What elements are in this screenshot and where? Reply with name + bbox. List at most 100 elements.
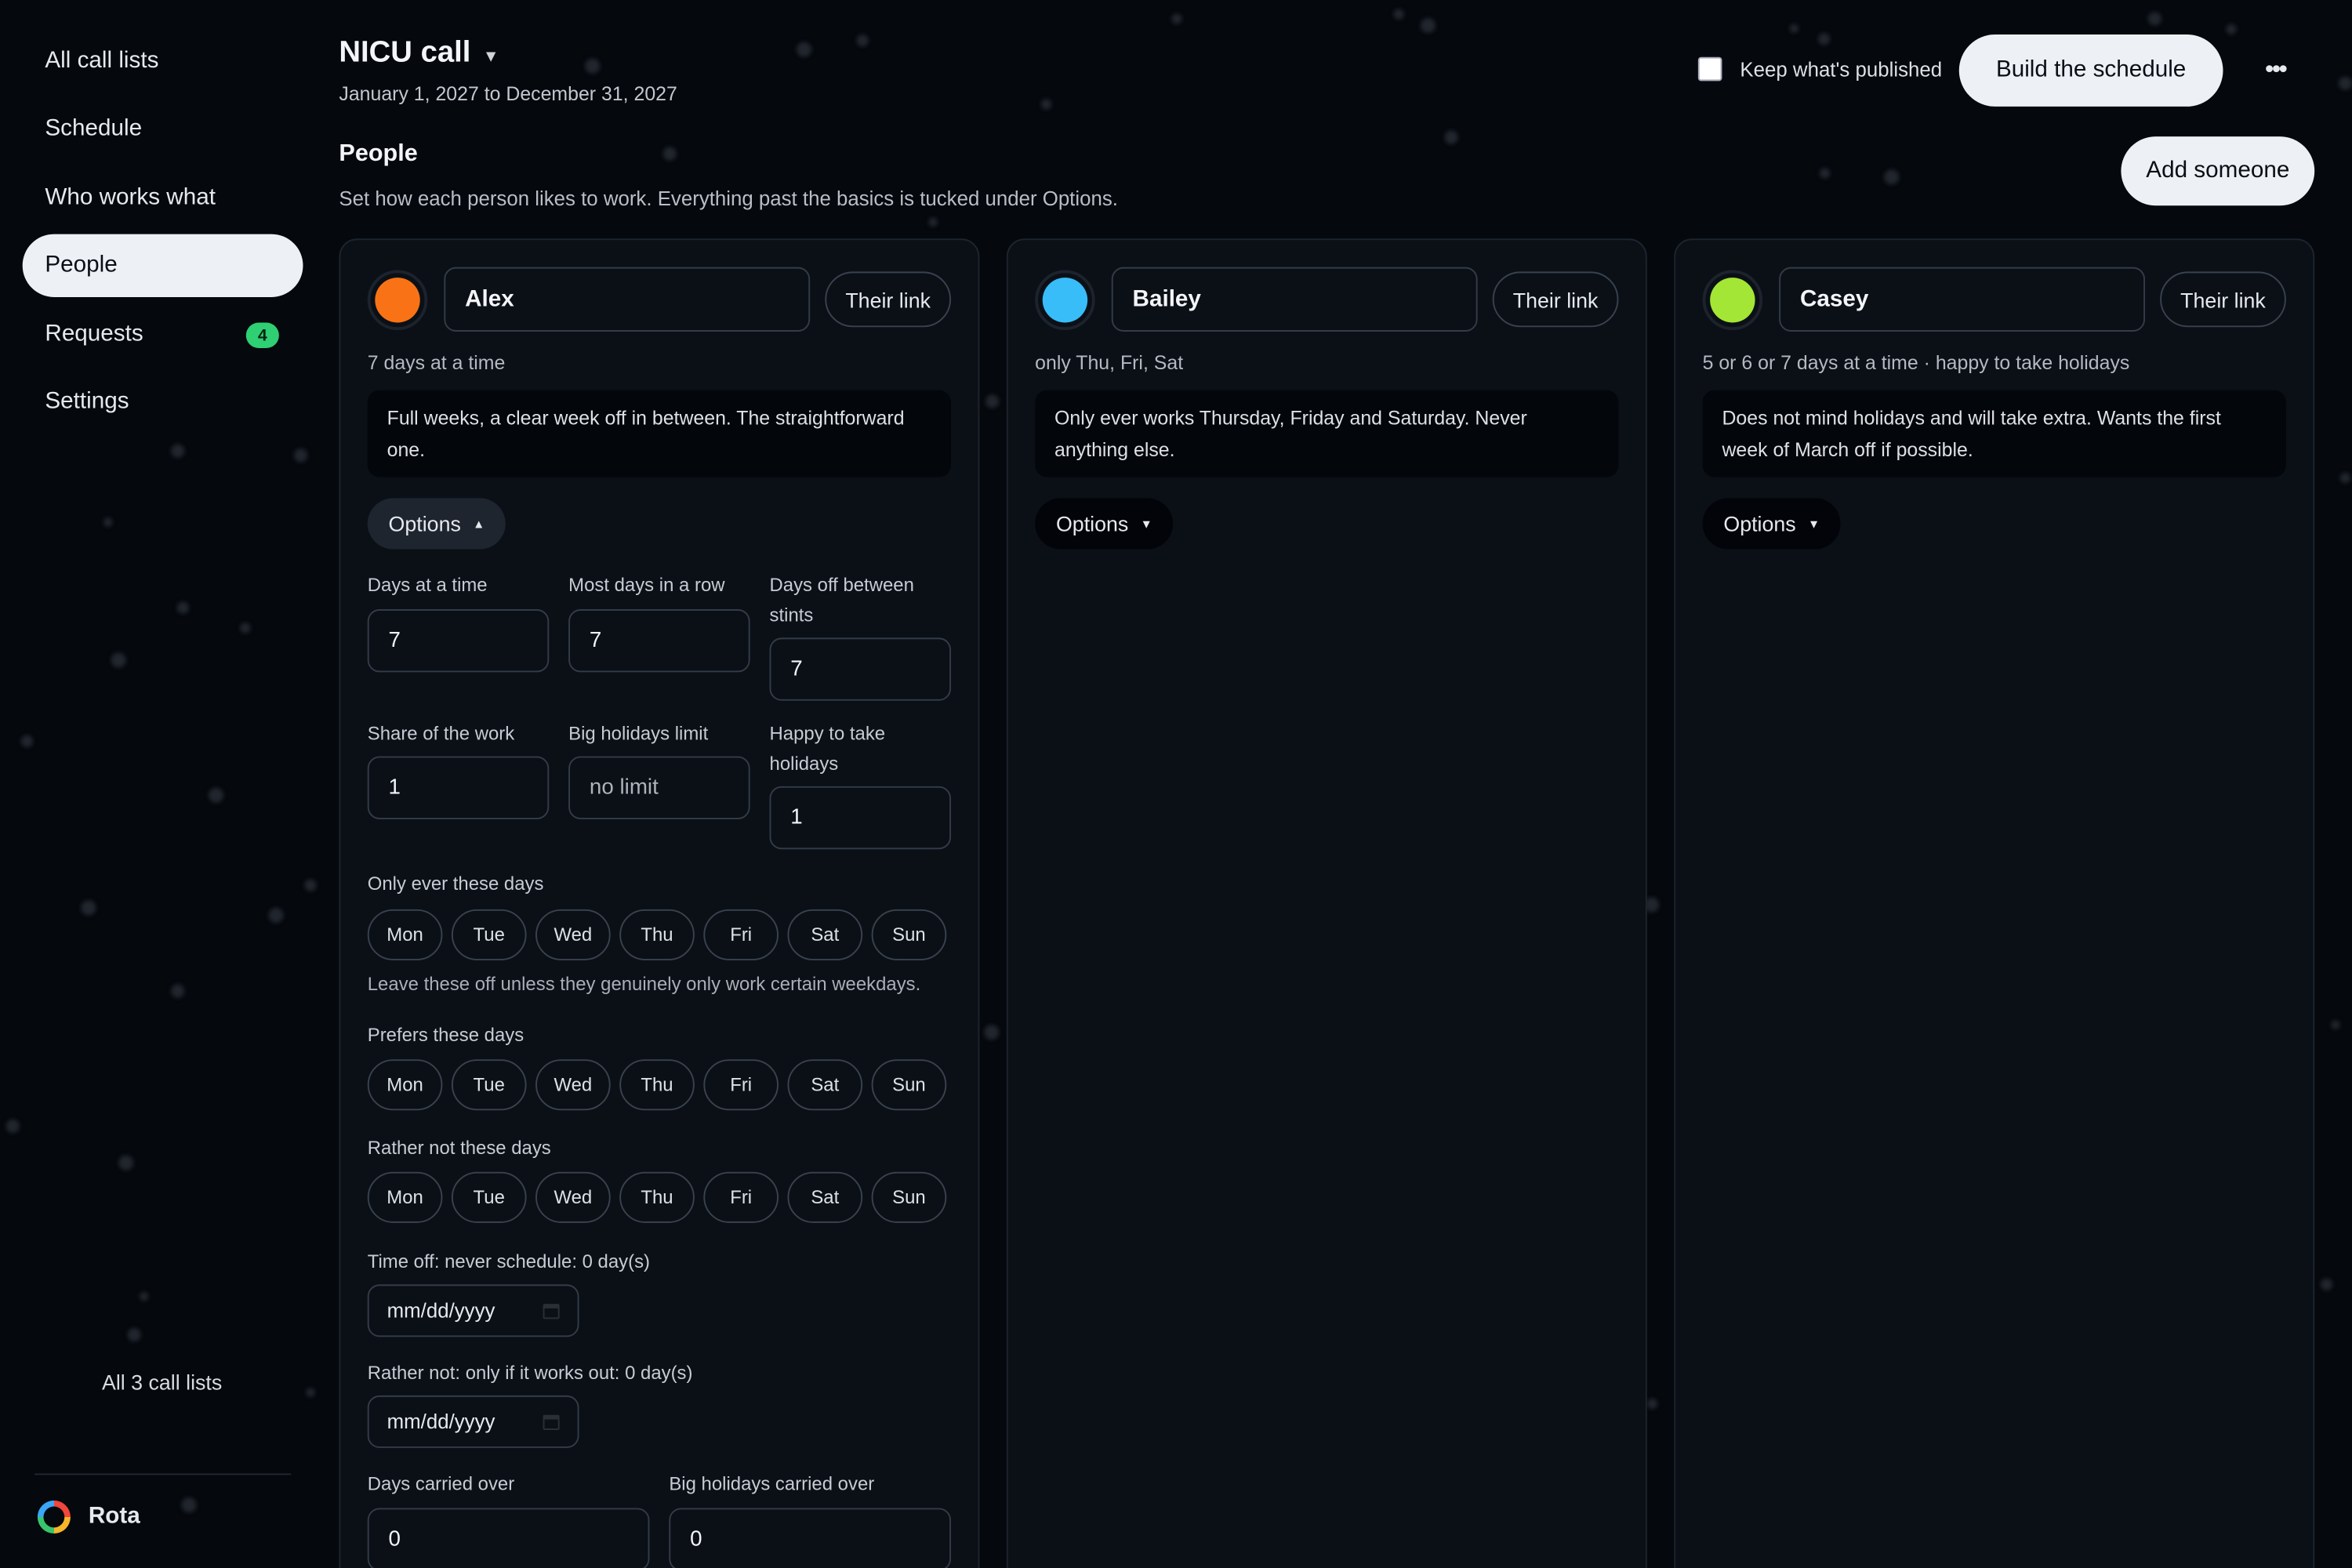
options-toggle[interactable]: Options ▼: [1035, 498, 1174, 550]
sidebar-item-requests[interactable]: Requests 4: [23, 303, 303, 366]
person-card-bailey: Their link only Thu, Fri, Sat Only ever …: [1006, 238, 1647, 1568]
prefers-days-label: Prefers these days: [367, 1025, 524, 1046]
background-speck: [2225, 23, 2236, 34]
sidebar-item-settings[interactable]: Settings: [23, 371, 303, 434]
background-speck: [928, 217, 938, 227]
day-chip-sat[interactable]: Sat: [787, 1171, 863, 1223]
day-chip-mon[interactable]: Mon: [367, 909, 443, 960]
day-chip-wed[interactable]: Wed: [535, 1171, 611, 1223]
holidays-carried-input[interactable]: [669, 1508, 952, 1568]
sidebar-item-who-works-what[interactable]: Who works what: [23, 166, 303, 229]
day-chip-mon[interactable]: Mon: [367, 1059, 443, 1111]
app-root: All call lists Schedule Who works what P…: [0, 0, 2352, 1568]
avatar[interactable]: [1702, 270, 1763, 331]
person-name-input[interactable]: [1779, 267, 2146, 332]
background-speck: [2320, 1278, 2333, 1290]
add-someone-button[interactable]: Add someone: [2121, 136, 2315, 206]
more-options-icon[interactable]: •••: [2253, 48, 2298, 93]
only-days-label: Only ever these days: [367, 873, 544, 895]
day-chip-sun[interactable]: Sun: [871, 909, 947, 960]
background-speck: [585, 58, 601, 74]
prefers-days-chips: Mon Tue Wed Thu Fri Sat Sun: [367, 1059, 947, 1111]
background-speck: [2331, 1020, 2340, 1029]
sidebar-item-people[interactable]: People: [22, 234, 303, 297]
day-chip-sun[interactable]: Sun: [871, 1171, 947, 1223]
big-holidays-limit-label: Big holidays limit: [568, 723, 709, 745]
all-call-lists-link[interactable]: All 3 call lists: [0, 1370, 324, 1394]
person-note[interactable]: Only ever works Thursday, Friday and Sat…: [1035, 390, 1619, 477]
date-placeholder: mm/dd/yyyy: [387, 1299, 495, 1323]
avatar-color-swatch: [375, 278, 420, 323]
build-schedule-button[interactable]: Build the schedule: [1958, 34, 2223, 107]
keep-published-checkbox[interactable]: [1697, 56, 1722, 82]
background-speck: [2147, 11, 2161, 25]
day-chip-mon[interactable]: Mon: [367, 1171, 443, 1223]
time-off-date-input[interactable]: mm/dd/yyyy: [367, 1284, 579, 1338]
rather-not-label: Rather not: only if it works out: 0 day(…: [367, 1362, 693, 1384]
background-speck: [1818, 167, 1830, 178]
background-speck: [1392, 8, 1403, 19]
their-link-button[interactable]: Their link: [1492, 271, 1619, 328]
day-chip-thu[interactable]: Thu: [619, 1171, 695, 1223]
brand: Rota: [37, 1500, 140, 1534]
sidebar-item-label: Who works what: [45, 184, 216, 210]
only-days-help: Leave these off unless they genuinely on…: [367, 974, 921, 995]
day-chip-wed[interactable]: Wed: [535, 909, 611, 960]
person-note[interactable]: Full weeks, a clear week off in between.…: [367, 390, 952, 477]
section-subtitle: Set how each person likes to work. Every…: [339, 187, 1118, 210]
options-toggle[interactable]: Options ▲: [367, 498, 506, 550]
calendar-icon[interactable]: [543, 1414, 560, 1429]
caret-down-icon: ▼: [1808, 517, 1820, 531]
their-link-button[interactable]: Their link: [2160, 271, 2286, 328]
day-chip-fri[interactable]: Fri: [703, 1059, 779, 1111]
day-chip-tue[interactable]: Tue: [451, 1171, 527, 1223]
day-chip-tue[interactable]: Tue: [451, 1059, 527, 1111]
their-link-button[interactable]: Their link: [825, 271, 952, 328]
day-chip-sat[interactable]: Sat: [787, 909, 863, 960]
sidebar-item-schedule[interactable]: Schedule: [23, 97, 303, 160]
background-speck: [856, 34, 869, 47]
most-days-in-row-input[interactable]: [568, 609, 750, 673]
background-speck: [1443, 129, 1457, 143]
days-carried-input[interactable]: [367, 1508, 650, 1568]
sidebar-item-label: Schedule: [45, 115, 143, 141]
list-title-dropdown[interactable]: NICU call ▼: [339, 36, 499, 71]
avatar[interactable]: [1035, 270, 1095, 331]
person-summary: 7 days at a time: [367, 350, 506, 374]
rather-not-date-input[interactable]: mm/dd/yyyy: [367, 1395, 579, 1448]
options-toggle[interactable]: Options ▼: [1702, 498, 1841, 550]
caret-down-icon: ▼: [482, 47, 499, 66]
day-chip-fri[interactable]: Fri: [703, 909, 779, 960]
day-chip-wed[interactable]: Wed: [535, 1059, 611, 1111]
day-chip-sat[interactable]: Sat: [787, 1059, 863, 1111]
day-chip-thu[interactable]: Thu: [619, 909, 695, 960]
share-of-work-input[interactable]: [367, 756, 550, 819]
background-speck: [1817, 33, 1831, 45]
caret-down-icon: ▼: [1140, 517, 1152, 531]
person-summary: only Thu, Fri, Sat: [1035, 350, 1184, 374]
person-note[interactable]: Does not mind holidays and will take ext…: [1702, 390, 2286, 477]
person-summary: 5 or 6 or 7 days at a time · happy to ta…: [1702, 350, 2130, 374]
date-placeholder: mm/dd/yyyy: [387, 1410, 495, 1433]
background-speck: [2339, 471, 2350, 483]
days-at-a-time-input[interactable]: [367, 609, 550, 673]
avatar-color-swatch: [1710, 278, 1755, 323]
day-chip-sun[interactable]: Sun: [871, 1059, 947, 1111]
keep-published-toggle[interactable]: Keep what's published: [1697, 56, 1942, 82]
avatar[interactable]: [367, 270, 428, 331]
days-off-between-input[interactable]: [769, 637, 952, 701]
big-holidays-limit-input[interactable]: [568, 756, 750, 819]
calendar-icon[interactable]: [543, 1303, 560, 1319]
day-chip-thu[interactable]: Thu: [619, 1059, 695, 1111]
days-at-a-time-label: Days at a time: [367, 575, 488, 596]
sidebar-item-label: Settings: [45, 388, 129, 415]
background-speck: [1884, 169, 1900, 185]
sidebar-item-all-call-lists[interactable]: All call lists: [23, 30, 303, 93]
happy-holidays-input[interactable]: [769, 786, 952, 850]
person-name-input[interactable]: [1111, 267, 1478, 332]
day-chip-fri[interactable]: Fri: [703, 1171, 779, 1223]
day-chip-tue[interactable]: Tue: [451, 909, 527, 960]
person-name-input[interactable]: [444, 267, 811, 332]
date-range: January 1, 2027 to December 31, 2027: [339, 82, 677, 105]
sidebar-divider: [34, 1473, 292, 1475]
